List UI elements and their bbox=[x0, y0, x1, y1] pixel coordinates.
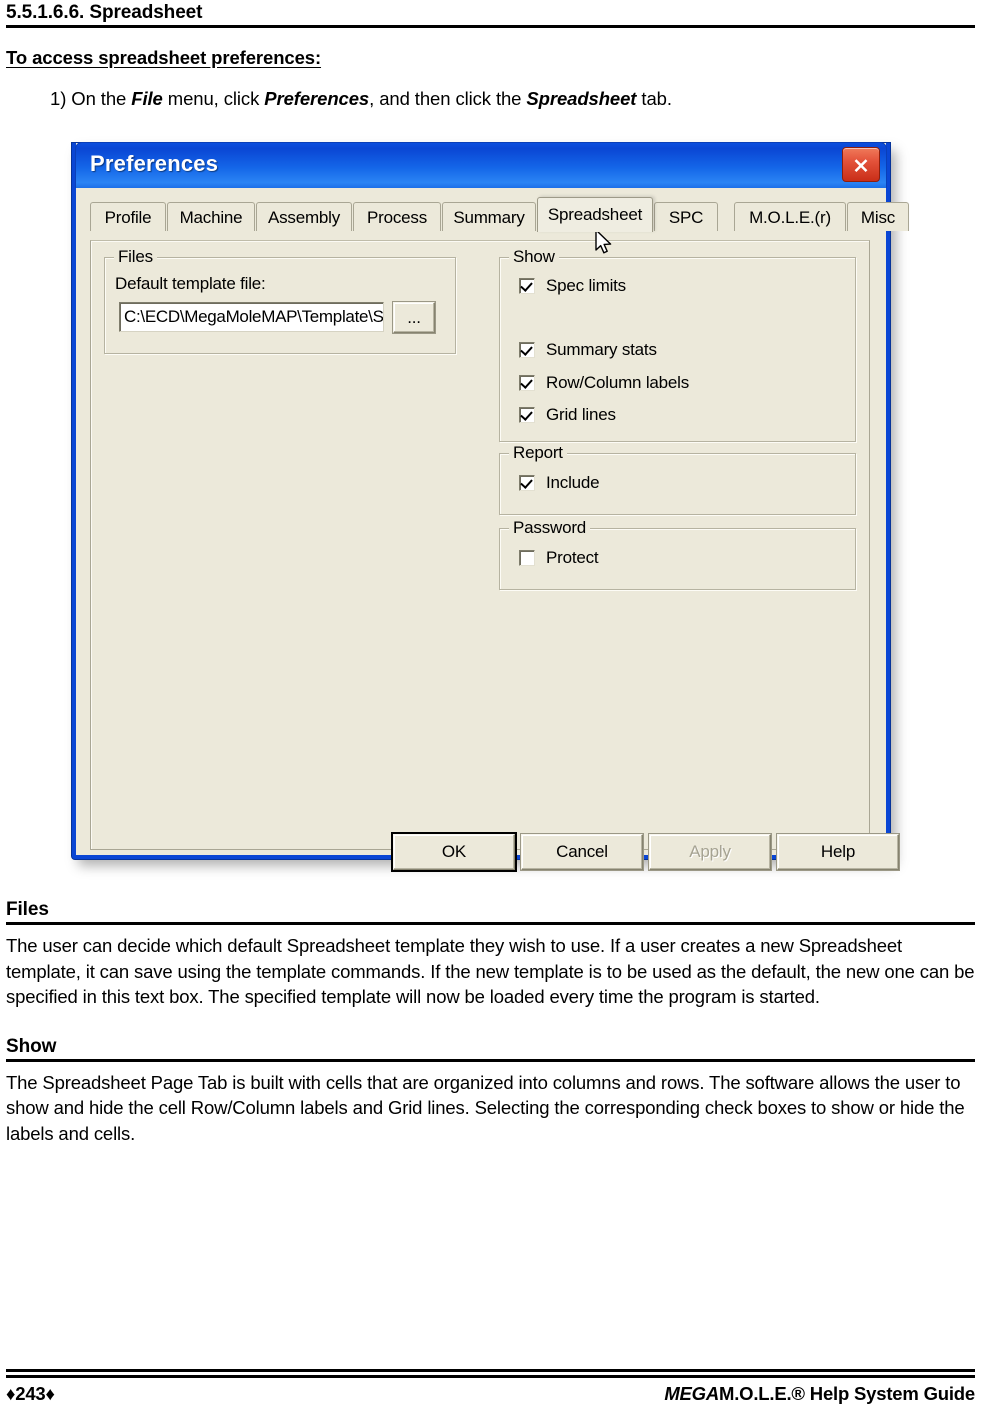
tab-strip: Profile Machine Assembly Process Summary… bbox=[90, 197, 909, 232]
help-button[interactable]: Help bbox=[777, 834, 899, 870]
title-rule bbox=[6, 25, 975, 28]
default-template-file-input[interactable]: C:\ECD\MegaMoleMAP\Template\Sprea bbox=[119, 302, 384, 332]
tab-process[interactable]: Process bbox=[353, 202, 441, 231]
guide-name-rest: M.O.L.E.® Help System Guide bbox=[719, 1383, 975, 1404]
step-text-2: menu, click bbox=[162, 88, 265, 109]
checkbox-row-column-labels-label: Row/Column labels bbox=[546, 373, 690, 392]
checkbox-include-label: Include bbox=[546, 473, 600, 492]
step-text-3: , and then click the bbox=[369, 88, 527, 109]
content-sections: Files The user can decide which default … bbox=[6, 897, 975, 1146]
document-page: 5.5.1.6.6. Spreadsheet To access spreads… bbox=[0, 0, 981, 1407]
guide-name: MEGAM.O.L.E.® Help System Guide bbox=[664, 1383, 975, 1405]
default-template-file-label: Default template file: bbox=[115, 274, 266, 293]
checkbox-row-column-labels[interactable]: Row/Column labels bbox=[519, 373, 689, 393]
checkbox-protect-label: Protect bbox=[546, 548, 599, 567]
step-text-4: tab. bbox=[636, 88, 672, 109]
files-section-rule bbox=[6, 922, 975, 925]
tab-summary[interactable]: Summary bbox=[442, 202, 536, 231]
preferences-dialog: Preferences Profile Machine Assembly Pro… bbox=[72, 142, 909, 870]
browse-template-button[interactable]: ... bbox=[393, 302, 435, 333]
files-section-body: The user can decide which default Spread… bbox=[6, 935, 975, 1007]
step-bold-spreadsheet: Spreadsheet bbox=[526, 88, 637, 109]
dialog-title: Preferences bbox=[90, 151, 219, 176]
checkbox-spec-limits[interactable]: Spec limits bbox=[519, 276, 626, 296]
cancel-button[interactable]: Cancel bbox=[521, 834, 643, 870]
password-groupbox: Password Protect bbox=[499, 518, 856, 590]
apply-button: Apply bbox=[649, 834, 771, 870]
ok-button[interactable]: OK bbox=[393, 834, 515, 870]
show-groupbox: Show Spec limits Summary stats Row/Colum… bbox=[499, 247, 856, 442]
checkbox-row-column-labels-box[interactable] bbox=[519, 375, 535, 391]
page-number: ♦243♦ bbox=[6, 1383, 55, 1404]
checkbox-protect-box[interactable] bbox=[519, 550, 535, 566]
dialog-body: Profile Machine Assembly Process Summary… bbox=[76, 197, 909, 870]
show-section-heading: Show bbox=[6, 1035, 57, 1057]
checkbox-summary-stats-label: Summary stats bbox=[546, 340, 657, 359]
footer-row: ♦243♦ MEGAM.O.L.E.® Help System Guide bbox=[6, 1378, 975, 1405]
report-groupbox: Report Include bbox=[499, 443, 856, 515]
checkbox-spec-limits-label: Spec limits bbox=[546, 276, 626, 295]
step-bold-preferences: Preferences bbox=[264, 88, 370, 109]
password-group-title: Password bbox=[509, 518, 591, 538]
footer-rule bbox=[6, 1369, 975, 1378]
step-text-1: 1) On the bbox=[50, 88, 132, 109]
show-section-rule bbox=[6, 1058, 975, 1062]
tab-machine[interactable]: Machine bbox=[167, 202, 255, 231]
checkbox-spec-limits-box[interactable] bbox=[519, 278, 535, 294]
page-footer: ♦243♦ MEGAM.O.L.E.® Help System Guide bbox=[6, 1355, 975, 1407]
dialog-titlebar[interactable]: Preferences bbox=[75, 142, 887, 188]
section-subheading: To access spreadsheet preferences: bbox=[6, 47, 322, 68]
show-section-body: The Spreadsheet Page Tab is built with c… bbox=[6, 1071, 965, 1144]
checkbox-grid-lines[interactable]: Grid lines bbox=[519, 405, 616, 425]
tab-assembly[interactable]: Assembly bbox=[256, 202, 352, 231]
checkbox-include-box[interactable] bbox=[519, 475, 535, 491]
checkbox-grid-lines-box[interactable] bbox=[519, 407, 535, 423]
tab-spreadsheet[interactable]: Spreadsheet bbox=[537, 197, 653, 232]
close-icon[interactable] bbox=[842, 147, 880, 182]
page-title: 5.5.1.6.6. Spreadsheet bbox=[6, 2, 203, 23]
preferences-dialog-image: Preferences Profile Machine Assembly Pro… bbox=[72, 142, 909, 870]
step-bold-file: File bbox=[131, 88, 163, 109]
guide-name-italic: MEGA bbox=[664, 1383, 720, 1404]
files-group-title: Files bbox=[114, 247, 157, 267]
checkbox-summary-stats[interactable]: Summary stats bbox=[519, 340, 657, 360]
checkbox-summary-stats-box[interactable] bbox=[519, 342, 535, 358]
files-section-heading: Files bbox=[6, 899, 49, 920]
tab-mole-r[interactable]: M.O.L.E.(r) bbox=[734, 202, 846, 231]
tab-misc[interactable]: Misc bbox=[847, 202, 909, 231]
checkbox-grid-lines-label: Grid lines bbox=[546, 405, 616, 424]
step-instruction: 1) On the File menu, click Preferences, … bbox=[50, 88, 975, 110]
files-groupbox: Files Default template file: C:\ECD\Mega… bbox=[104, 247, 456, 354]
checkbox-include[interactable]: Include bbox=[519, 473, 600, 493]
spreadsheet-tab-panel: Files Default template file: C:\ECD\Mega… bbox=[90, 240, 899, 870]
tab-spc[interactable]: SPC bbox=[654, 202, 718, 231]
report-group-title: Report bbox=[509, 443, 567, 463]
checkbox-protect[interactable]: Protect bbox=[519, 548, 599, 568]
show-group-title: Show bbox=[509, 247, 559, 267]
tab-profile[interactable]: Profile bbox=[90, 202, 166, 231]
